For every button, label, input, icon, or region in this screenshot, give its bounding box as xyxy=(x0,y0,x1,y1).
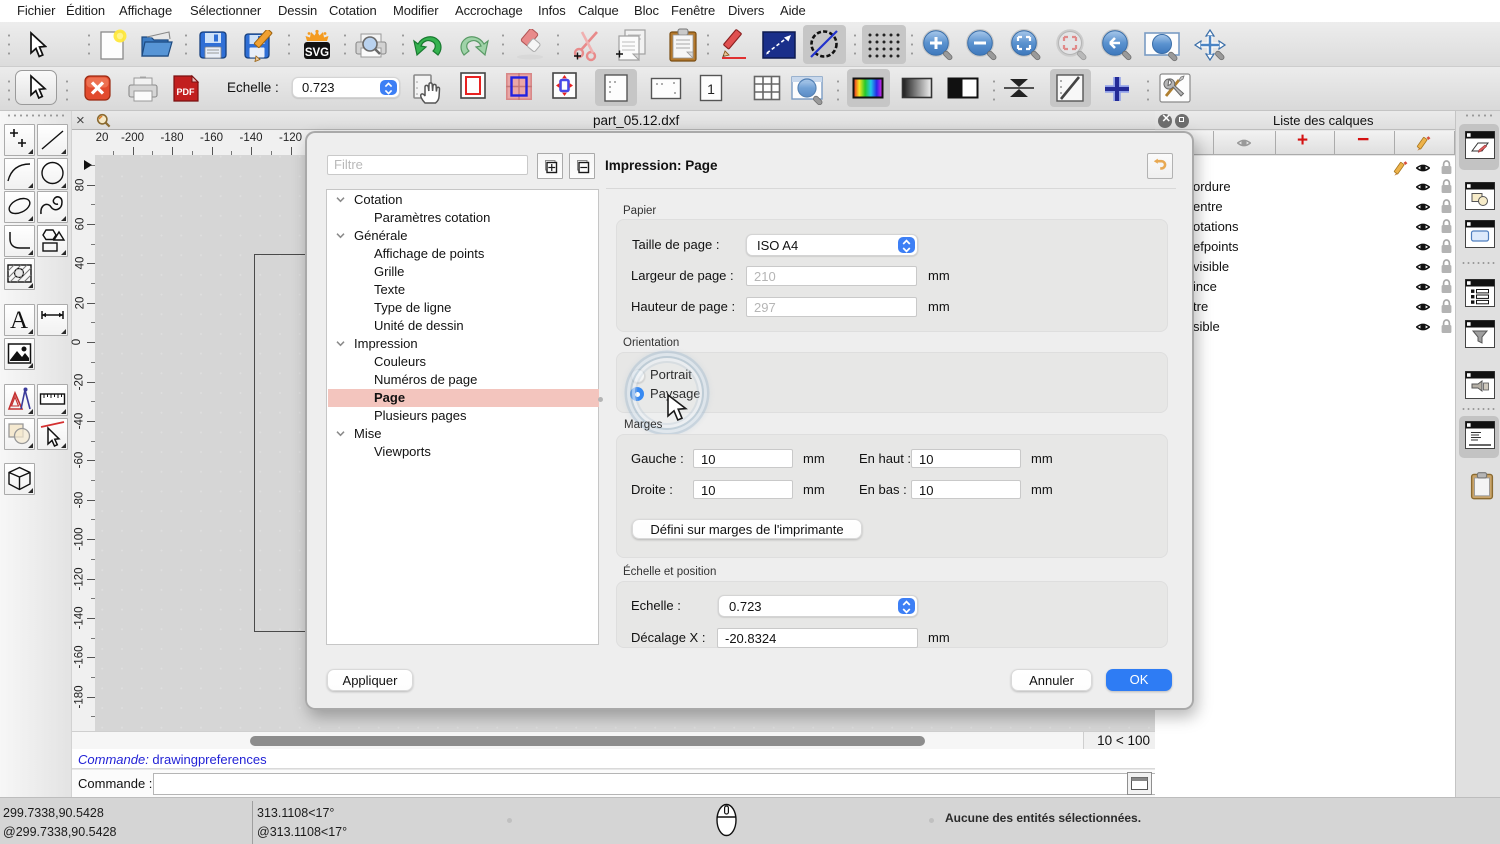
svg-text:SVG: SVG xyxy=(305,47,329,59)
svg-text:1: 1 xyxy=(707,81,715,97)
svg-text:PDF: PDF xyxy=(177,87,196,97)
svg-text:A: A xyxy=(10,307,28,334)
